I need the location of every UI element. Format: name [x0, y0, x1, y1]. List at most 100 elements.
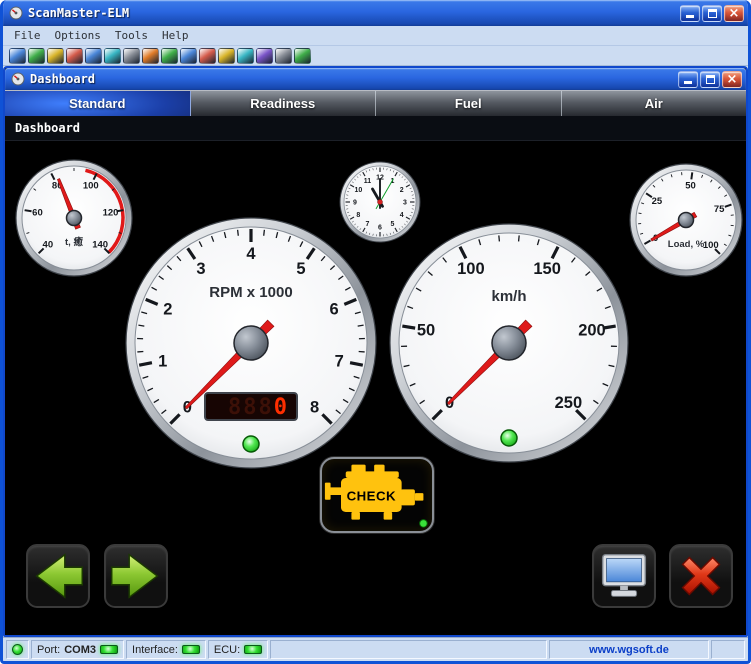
close-dashboard-button[interactable] — [668, 543, 734, 609]
website-panel: www.wgsoft.de — [549, 640, 709, 659]
toolbar-icon-1[interactable] — [9, 48, 26, 64]
clock-gauge: 123456789101112 — [339, 161, 421, 248]
tab-standard[interactable]: Standard — [5, 91, 191, 116]
website-link[interactable]: www.wgsoft.de — [589, 644, 669, 656]
port-label: Port: — [37, 644, 60, 656]
menu-options[interactable]: Options — [48, 27, 108, 44]
svg-text:100: 100 — [83, 180, 99, 191]
svg-text:150: 150 — [533, 260, 561, 278]
toolbar-icon-10[interactable] — [180, 48, 197, 64]
minimize-icon — [686, 15, 694, 18]
svg-text:60: 60 — [32, 208, 43, 219]
scanmaster-window: ScanMaster-ELM × File Options Tools Help… — [0, 0, 751, 664]
svg-text:11: 11 — [364, 178, 372, 185]
svg-text:200: 200 — [578, 322, 606, 340]
svg-text:1: 1 — [391, 178, 395, 185]
menu-tools[interactable]: Tools — [108, 27, 155, 44]
toolbar — [3, 46, 748, 66]
svg-text:120: 120 — [103, 208, 119, 219]
check-led — [420, 520, 428, 528]
minimize-button[interactable] — [680, 5, 700, 22]
close-x-icon — [669, 544, 733, 608]
status-bar: Port: COM3 Interface: ECU: www.wgsoft.de — [3, 637, 748, 661]
svg-text:75: 75 — [714, 204, 725, 215]
toolbar-icon-7[interactable] — [123, 48, 140, 64]
svg-text:25: 25 — [652, 196, 663, 207]
minimize-icon — [684, 81, 692, 84]
connection-status-panel — [6, 640, 29, 659]
app-icon — [9, 6, 23, 20]
status-led — [12, 644, 23, 655]
toolbar-icon-14[interactable] — [256, 48, 273, 64]
svg-text:5: 5 — [296, 260, 305, 278]
svg-text:7: 7 — [366, 221, 370, 228]
tab-readiness[interactable]: Readiness — [191, 91, 377, 116]
svg-text:t, 癒: t, 癒 — [65, 236, 83, 248]
toolbar-icon-4[interactable] — [66, 48, 83, 64]
next-button[interactable] — [103, 543, 169, 609]
toolbar-icon-6[interactable] — [104, 48, 121, 64]
toolbar-icon-16[interactable] — [294, 48, 311, 64]
dashboard-window: Dashboard × Standard Readiness Fuel Air … — [3, 66, 748, 637]
svg-text:7: 7 — [335, 352, 344, 370]
port-panel: Port: COM3 — [31, 640, 124, 659]
prev-button[interactable] — [25, 543, 91, 609]
interface-panel: Interface: — [126, 640, 206, 659]
port-value: COM3 — [64, 644, 96, 656]
tab-air[interactable]: Air — [562, 91, 747, 116]
tab-fuel[interactable]: Fuel — [376, 91, 562, 116]
maximize-icon — [706, 75, 715, 84]
svg-text:9: 9 — [353, 199, 357, 206]
toolbar-icon-12[interactable] — [218, 48, 235, 64]
toolbar-icon-11[interactable] — [199, 48, 216, 64]
status-spacer — [270, 640, 547, 659]
close-button[interactable]: × — [724, 5, 744, 22]
svg-text:2: 2 — [400, 187, 404, 194]
svg-text:6: 6 — [378, 224, 382, 231]
toolbar-icon-8[interactable] — [142, 48, 159, 64]
svg-text:3: 3 — [196, 260, 205, 278]
svg-text:6: 6 — [330, 300, 339, 318]
toolbar-icon-9[interactable] — [161, 48, 178, 64]
menu-help[interactable]: Help — [155, 27, 196, 44]
menu-bar: File Options Tools Help — [3, 26, 748, 46]
window-title: ScanMaster-ELM — [28, 6, 680, 20]
toolbar-icon-3[interactable] — [47, 48, 64, 64]
dashboard-subheader: Dashboard — [5, 116, 746, 141]
svg-text:1: 1 — [158, 352, 167, 370]
svg-text:5: 5 — [391, 221, 395, 228]
svg-text:40: 40 — [43, 239, 54, 250]
toolbar-icon-13[interactable] — [237, 48, 254, 64]
status-tail-panel — [711, 640, 745, 659]
maximize-button[interactable] — [702, 5, 722, 22]
interface-led — [182, 645, 200, 654]
svg-text:10: 10 — [354, 187, 362, 194]
engine-load-gauge: 0255075100Load, % — [629, 163, 743, 282]
svg-text:3: 3 — [403, 199, 407, 206]
svg-text:4: 4 — [400, 212, 404, 219]
svg-text:8880: 8880 — [228, 395, 289, 420]
menu-file[interactable]: File — [7, 27, 48, 44]
svg-text:50: 50 — [417, 322, 435, 340]
check-label: CHECK — [347, 489, 396, 504]
toolbar-icon-15[interactable] — [275, 48, 292, 64]
svg-text:100: 100 — [457, 260, 485, 278]
toolbar-icon-2[interactable] — [28, 48, 45, 64]
svg-text:140: 140 — [92, 239, 108, 250]
svg-text:4: 4 — [246, 245, 256, 263]
rpm-gauge: 012345678RPM x 10008880 — [125, 217, 377, 474]
port-led — [100, 645, 118, 654]
svg-text:8: 8 — [310, 398, 319, 416]
ecu-label: ECU: — [214, 644, 240, 656]
toolbar-icon-5[interactable] — [85, 48, 102, 64]
dashboard-close-button[interactable]: × — [722, 71, 742, 88]
dashboard-maximize-button[interactable] — [700, 71, 720, 88]
speed-gauge: 050100150200250km/h — [389, 223, 629, 468]
dashboard-minimize-button[interactable] — [678, 71, 698, 88]
svg-text:Load, %: Load, % — [668, 239, 705, 250]
interface-label: Interface: — [132, 644, 178, 656]
monitor-button[interactable] — [591, 543, 657, 609]
svg-text:250: 250 — [555, 394, 583, 412]
maximize-icon — [708, 9, 717, 18]
ecu-panel: ECU: — [208, 640, 268, 659]
